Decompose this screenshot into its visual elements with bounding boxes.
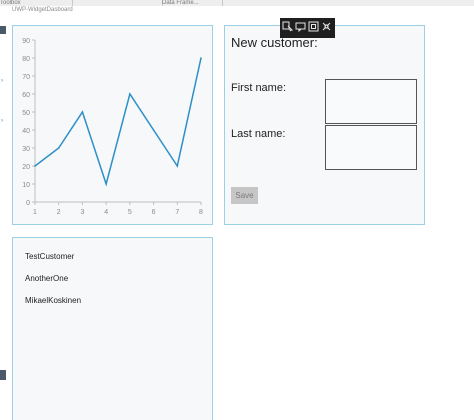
background-edge-glyph: › (1, 78, 3, 84)
data-point (176, 165, 179, 167)
data-point (152, 129, 155, 131)
y-tick-label: 90 (22, 38, 30, 45)
x-tick-label: 7 (175, 209, 179, 216)
chart-axes: 0 10 20 30 40 50 60 70 80 90 1 2 3 4 5 6 7 8 (22, 38, 203, 216)
x-tick-label: 5 (128, 209, 132, 216)
x-tick-label: 3 (80, 209, 84, 216)
line-chart: 0 10 20 30 40 50 60 70 80 90 1 2 3 4 5 6 7 8 (22, 38, 203, 216)
chart-widget: 0 10 20 30 40 50 60 70 80 90 1 2 3 4 5 6 7 8 (12, 25, 213, 225)
customer-list-item[interactable]: TestCustomer (25, 252, 74, 261)
y-tick-label: 30 (22, 146, 30, 153)
x-tick-label: 1 (33, 209, 37, 216)
last-name-field[interactable] (325, 125, 417, 170)
display-layout-icon[interactable] (321, 21, 332, 32)
x-tick-label: 2 (57, 209, 61, 216)
y-tick-label: 20 (22, 164, 30, 171)
first-name-label: First name: (231, 82, 287, 94)
toolbar-caption: . . . . . . (298, 33, 308, 37)
customer-list-item[interactable]: AnotherOne (25, 274, 68, 283)
background-left-edge: › › (0, 18, 6, 420)
y-tick-label: 60 (22, 92, 30, 99)
background-edge-block (0, 370, 6, 380)
background-edge-block (0, 26, 6, 34)
y-tick-label: 10 (22, 182, 30, 189)
data-point (105, 183, 107, 185)
y-tick-label: 40 (22, 128, 30, 135)
customer-list-widget: TestCustomer AnotherOne MikaelKoskinen (12, 237, 213, 420)
data-point (129, 93, 131, 95)
x-tick-label: 8 (199, 209, 203, 216)
save-button[interactable]: Save (231, 187, 258, 204)
data-point (200, 57, 202, 59)
app-title-bar: UWP-WidgetDasboard (0, 6, 474, 18)
first-name-field[interactable] (325, 79, 417, 124)
new-customer-widget: New customer: First name: Last name: Sav… (224, 25, 425, 225)
y-tick-label: 0 (26, 200, 30, 207)
data-point (34, 165, 36, 167)
track-focus-icon[interactable] (308, 21, 319, 32)
data-point (57, 147, 60, 149)
customer-list-item[interactable]: MikaelKoskinen (25, 296, 81, 305)
in-app-debug-toolbar: . . . . . . (280, 18, 335, 38)
x-tick-label: 6 (152, 209, 156, 216)
layout-adorner-icon[interactable] (295, 21, 306, 32)
window-title: UWP-WidgetDasboard (12, 7, 73, 13)
background-edge-glyph: › (1, 118, 3, 124)
series-line (34, 57, 202, 187)
x-tick-label: 4 (104, 209, 108, 216)
y-tick-label: 70 (22, 74, 30, 81)
y-tick-label: 50 (22, 110, 30, 117)
data-point (81, 111, 84, 113)
select-element-icon[interactable] (282, 21, 293, 32)
last-name-label: Last name: (231, 128, 286, 140)
y-tick-label: 80 (22, 56, 30, 63)
chart-series (34, 57, 202, 187)
